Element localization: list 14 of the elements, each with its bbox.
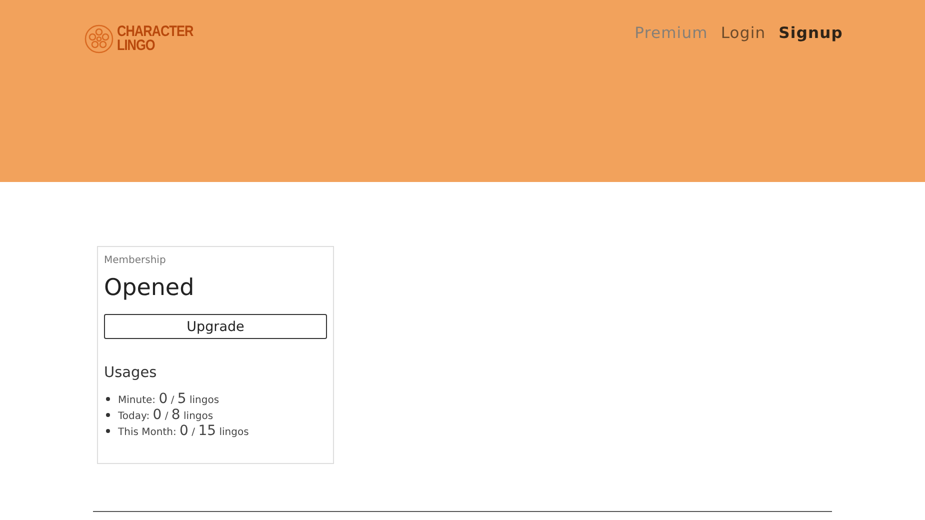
nav-link[interactable]: Signup xyxy=(778,24,843,42)
film-reel-icon xyxy=(84,24,114,54)
usage-text: Minute: 0 / 5 lingos xyxy=(118,391,220,407)
membership-status: Opened xyxy=(104,275,196,301)
usage-text: This Month: 0 / 15 lingos xyxy=(118,423,249,439)
upgrade-button[interactable]: Upgrade xyxy=(104,314,327,339)
card-caption: Membership xyxy=(104,255,167,266)
usages-heading: Usages xyxy=(104,365,158,381)
nav-link[interactable]: Login xyxy=(720,24,766,42)
logo-text: CHARACTER LINGO xyxy=(117,25,194,53)
bullet-icon xyxy=(106,413,110,417)
bullet-icon xyxy=(106,429,110,433)
usage-text: Today: 0 / 8 lingos xyxy=(118,407,214,423)
bullet-icon xyxy=(106,397,110,401)
